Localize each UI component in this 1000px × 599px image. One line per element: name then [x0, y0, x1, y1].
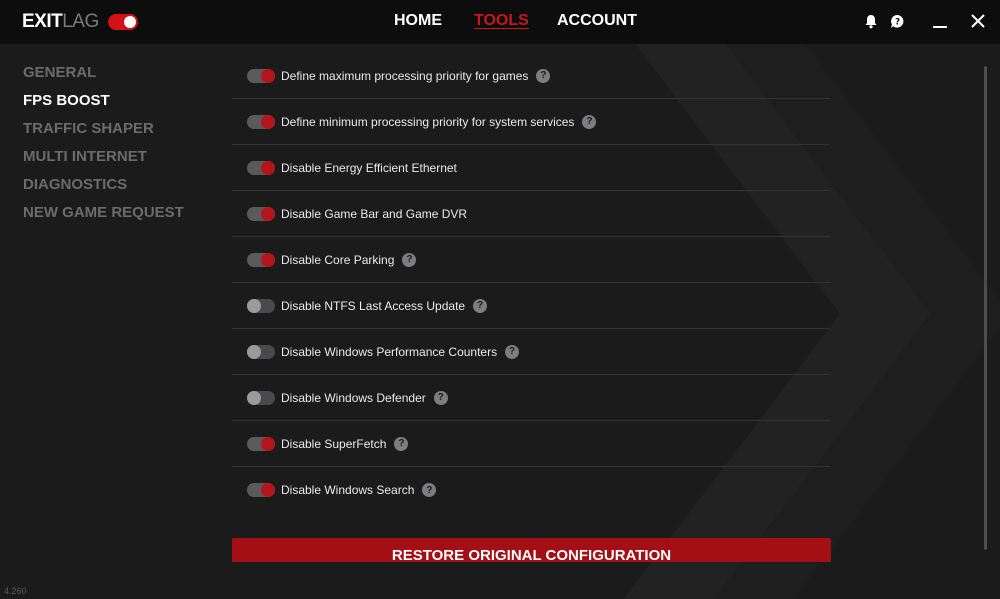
setting-toggle[interactable]: [247, 206, 275, 221]
setting-row: Disable Windows Defender?: [232, 375, 830, 421]
version-label: 4.260: [4, 586, 27, 596]
scrollbar[interactable]: [984, 66, 987, 550]
setting-toggle[interactable]: [247, 483, 275, 497]
setting-label: Disable Windows Performance Counters: [281, 344, 498, 359]
help-icon[interactable]: ?: [394, 436, 409, 451]
setting-toggle[interactable]: [247, 390, 275, 405]
setting-toggle[interactable]: [247, 344, 275, 359]
setting-row: Disable Core Parking?: [232, 237, 830, 283]
tools-side-menu: GENERAL FPS BOOST TRAFFIC SHAPER MULTI INTE…: [23, 64, 184, 232]
setting-row: Disable SuperFetch?: [232, 421, 830, 467]
setting-label: Disable Energy Efficient Ethernet: [281, 160, 457, 175]
nav-account[interactable]: ACCOUNT: [557, 12, 637, 30]
setting-label: Define minimum processing priority for s…: [281, 114, 575, 129]
chat-help-icon[interactable]: ?: [888, 12, 906, 30]
setting-label: Disable SuperFetch: [281, 436, 387, 451]
menu-item-new-game-request[interactable]: NEW GAME REQUEST: [23, 204, 184, 232]
toggle-knob: [261, 206, 275, 221]
setting-row: Define maximum processing priority for g…: [232, 53, 830, 99]
setting-toggle[interactable]: [247, 298, 275, 313]
setting-row: Disable Energy Efficient Ethernet: [232, 145, 830, 191]
help-icon[interactable]: ?: [505, 344, 520, 359]
setting-toggle[interactable]: [247, 114, 275, 129]
toggle-knob: [261, 114, 275, 129]
menu-item-multi-internet[interactable]: MULTI INTERNET: [23, 148, 184, 176]
nav-home[interactable]: HOME: [394, 12, 442, 30]
setting-label: Disable Game Bar and Game DVR: [281, 206, 468, 221]
help-icon[interactable]: ?: [536, 68, 551, 83]
restore-original-configuration-button[interactable]: RESTORE ORIGINAL CONFIGURATION: [232, 538, 831, 562]
setting-label: Disable Windows Defender: [281, 390, 426, 405]
setting-toggle[interactable]: [247, 252, 275, 267]
help-icon[interactable]: ?: [422, 483, 437, 497]
menu-item-general[interactable]: GENERAL: [23, 64, 184, 92]
toggle-knob: [261, 483, 275, 497]
bell-icon[interactable]: [862, 12, 880, 30]
main-nav: HOME TOOLS ACCOUNT: [0, 12, 1000, 32]
menu-item-fps-boost[interactable]: FPS BOOST: [23, 92, 184, 120]
setting-toggle[interactable]: [247, 436, 275, 451]
setting-row: Disable NTFS Last Access Update?: [232, 283, 830, 329]
title-bar: EXIT LAG HOME TOOLS ACCOUNT ?: [0, 0, 1000, 44]
setting-label: Disable Core Parking: [281, 252, 395, 267]
setting-row: Disable Windows Search?: [232, 467, 830, 513]
toggle-knob: [247, 344, 261, 359]
setting-row: Disable Game Bar and Game DVR: [232, 191, 830, 237]
toggle-knob: [261, 252, 275, 267]
help-icon[interactable]: ?: [433, 390, 448, 405]
nav-tools[interactable]: TOOLS: [474, 12, 529, 30]
toggle-knob: [247, 390, 261, 405]
setting-toggle[interactable]: [247, 160, 275, 175]
setting-label: Disable NTFS Last Access Update: [281, 298, 466, 313]
fps-boost-settings-list: Define maximum processing priority for g…: [232, 53, 830, 513]
toggle-knob: [261, 68, 275, 83]
setting-toggle[interactable]: [247, 68, 275, 83]
help-icon[interactable]: ?: [582, 114, 597, 129]
menu-item-traffic-shaper[interactable]: TRAFFIC SHAPER: [23, 120, 184, 148]
setting-row: Disable Windows Performance Counters?: [232, 329, 830, 375]
menu-item-diagnostics[interactable]: DIAGNOSTICS: [23, 176, 184, 204]
svg-text:?: ?: [895, 17, 900, 27]
setting-label: Disable Windows Search: [281, 483, 415, 497]
toggle-knob: [261, 436, 275, 451]
help-icon[interactable]: ?: [402, 252, 417, 267]
minimize-icon[interactable]: [931, 12, 949, 30]
setting-label: Define maximum processing priority for g…: [281, 68, 529, 83]
setting-row: Define minimum processing priority for s…: [232, 99, 830, 145]
close-icon[interactable]: [969, 12, 987, 30]
help-icon[interactable]: ?: [473, 298, 488, 313]
toggle-knob: [261, 160, 275, 175]
toggle-knob: [247, 298, 261, 313]
